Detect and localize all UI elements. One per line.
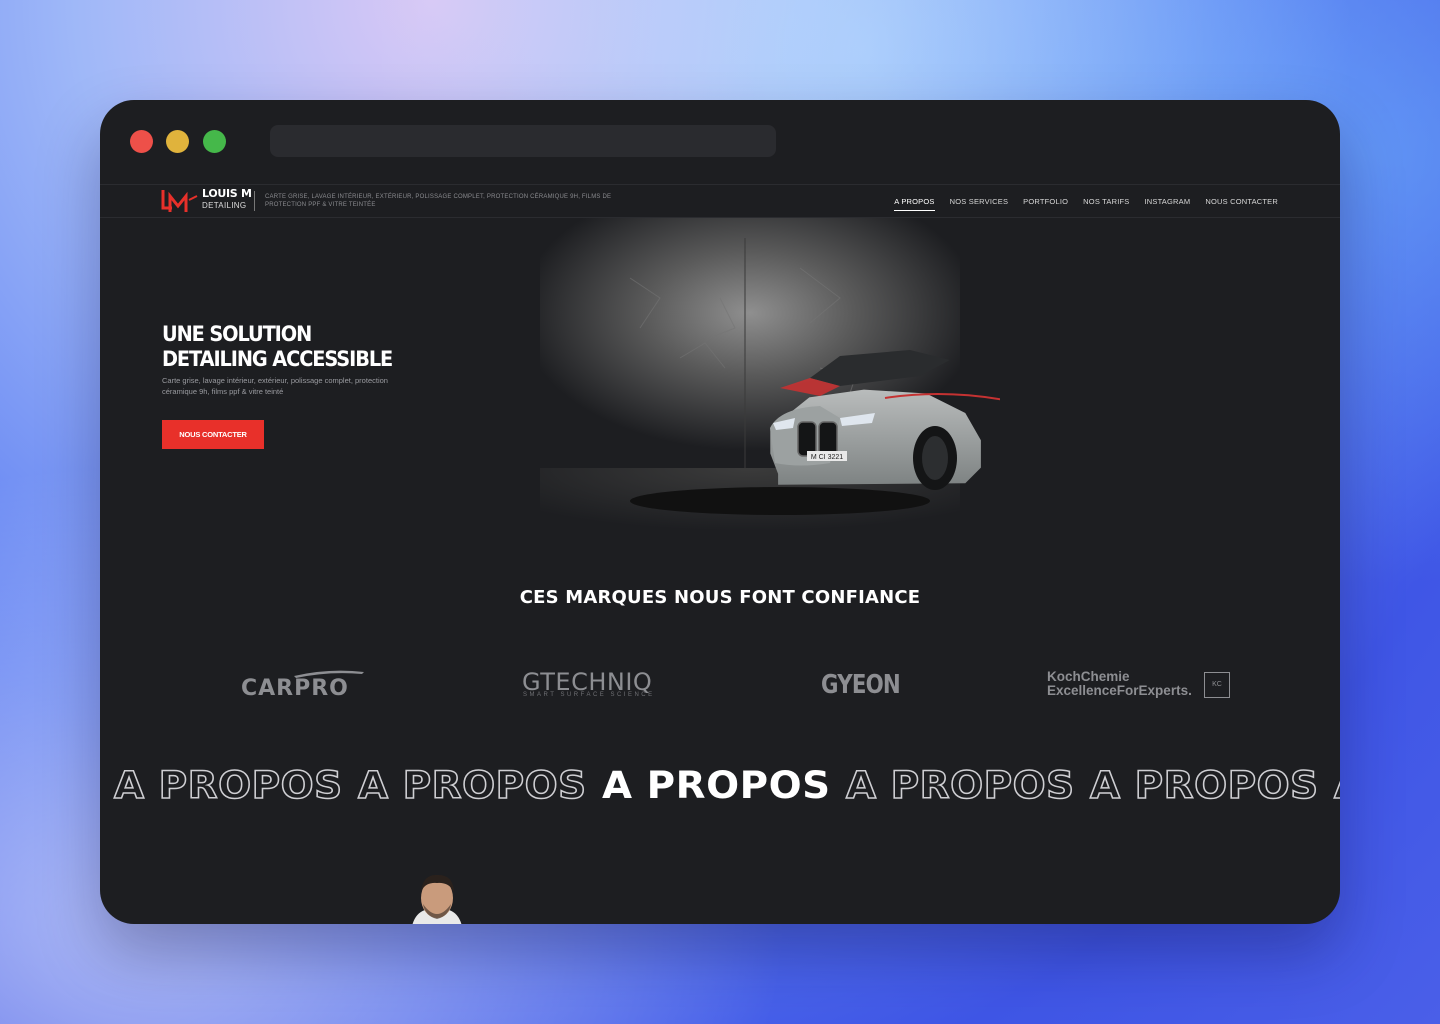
address-bar[interactable] <box>270 125 776 157</box>
kochchemie-badge-icon: KC <box>1204 672 1230 698</box>
header-divider <box>254 191 255 211</box>
close-window-button[interactable] <box>130 130 153 153</box>
marquee-item: A PROPOS <box>845 764 1075 808</box>
nav-item-nos-services[interactable]: NOS SERVICES <box>950 197 1009 206</box>
kochchemie-tagline: ExcellenceForExperts. <box>1047 683 1192 698</box>
marquee-item: A PROPOS <box>1089 764 1319 808</box>
hero-description: Carte grise, lavage intérieur, extérieur… <box>162 376 388 396</box>
hero-title: UNE SOLUTION DETAILING ACCESSIBLE <box>162 322 393 371</box>
nav-item-portfolio[interactable]: PORTFOLIO <box>1023 197 1068 206</box>
license-plate: M CI 3221 <box>811 454 843 461</box>
carpro-swoosh-icon <box>294 670 364 678</box>
hero-car-image: M CI 3221 <box>480 218 1000 558</box>
lm-logo-icon[interactable] <box>161 188 199 214</box>
brand-name: LOUIS M <box>202 187 252 200</box>
marquee-item: A PROPOS <box>357 764 587 808</box>
nav-item-nos-tarifs[interactable]: NOS TARIFS <box>1083 197 1129 206</box>
nav-item-a-propos[interactable]: A PROPOS <box>894 197 936 211</box>
site-header: LOUIS M DETAILING CARTE GRISE, LAVAGE IN… <box>100 184 1340 218</box>
browser-titlebar <box>100 100 1340 184</box>
team-member-avatar <box>412 874 462 924</box>
maximize-window-button[interactable] <box>203 130 226 153</box>
marquee-item: A PROPOS <box>113 764 343 808</box>
marquee-item: A PROPOS <box>602 764 831 807</box>
about-marquee: A PROPOS A PROPOS A PROPOS A PROPOS A PROPOS… <box>100 764 1340 808</box>
brands-section-title: CES MARQUES NOUS FONT CONFIANCE <box>519 587 921 608</box>
gtechniq-tagline: SMART SURFACE SCIENCE <box>523 692 655 698</box>
marquee-item: A PROPOS <box>1333 764 1340 808</box>
gyeon-logo: GYEON <box>821 670 901 700</box>
nav-item-nous-contacter[interactable]: NOUS CONTACTER <box>1205 197 1278 206</box>
header-tagline: CARTE GRISE, LAVAGE INTÉRIEUR, EXTÉRIEUR… <box>265 194 612 208</box>
brand-subtitle: DETAILING <box>202 201 247 210</box>
kochchemie-logo: KochChemie ExcellenceForExperts. <box>1047 670 1192 698</box>
kochchemie-name: KochChemie <box>1047 669 1130 684</box>
browser-window: LOUIS M DETAILING CARTE GRISE, LAVAGE IN… <box>100 100 1340 924</box>
main-nav: A PROPOS NOS SERVICES PORTFOLIO NOS TARIFS I… <box>894 197 1278 211</box>
contact-cta-button[interactable]: NOUS CONTACTER <box>162 420 264 449</box>
minimize-window-button[interactable] <box>166 130 189 153</box>
nav-item-instagram[interactable]: INSTAGRAM <box>1144 197 1190 206</box>
